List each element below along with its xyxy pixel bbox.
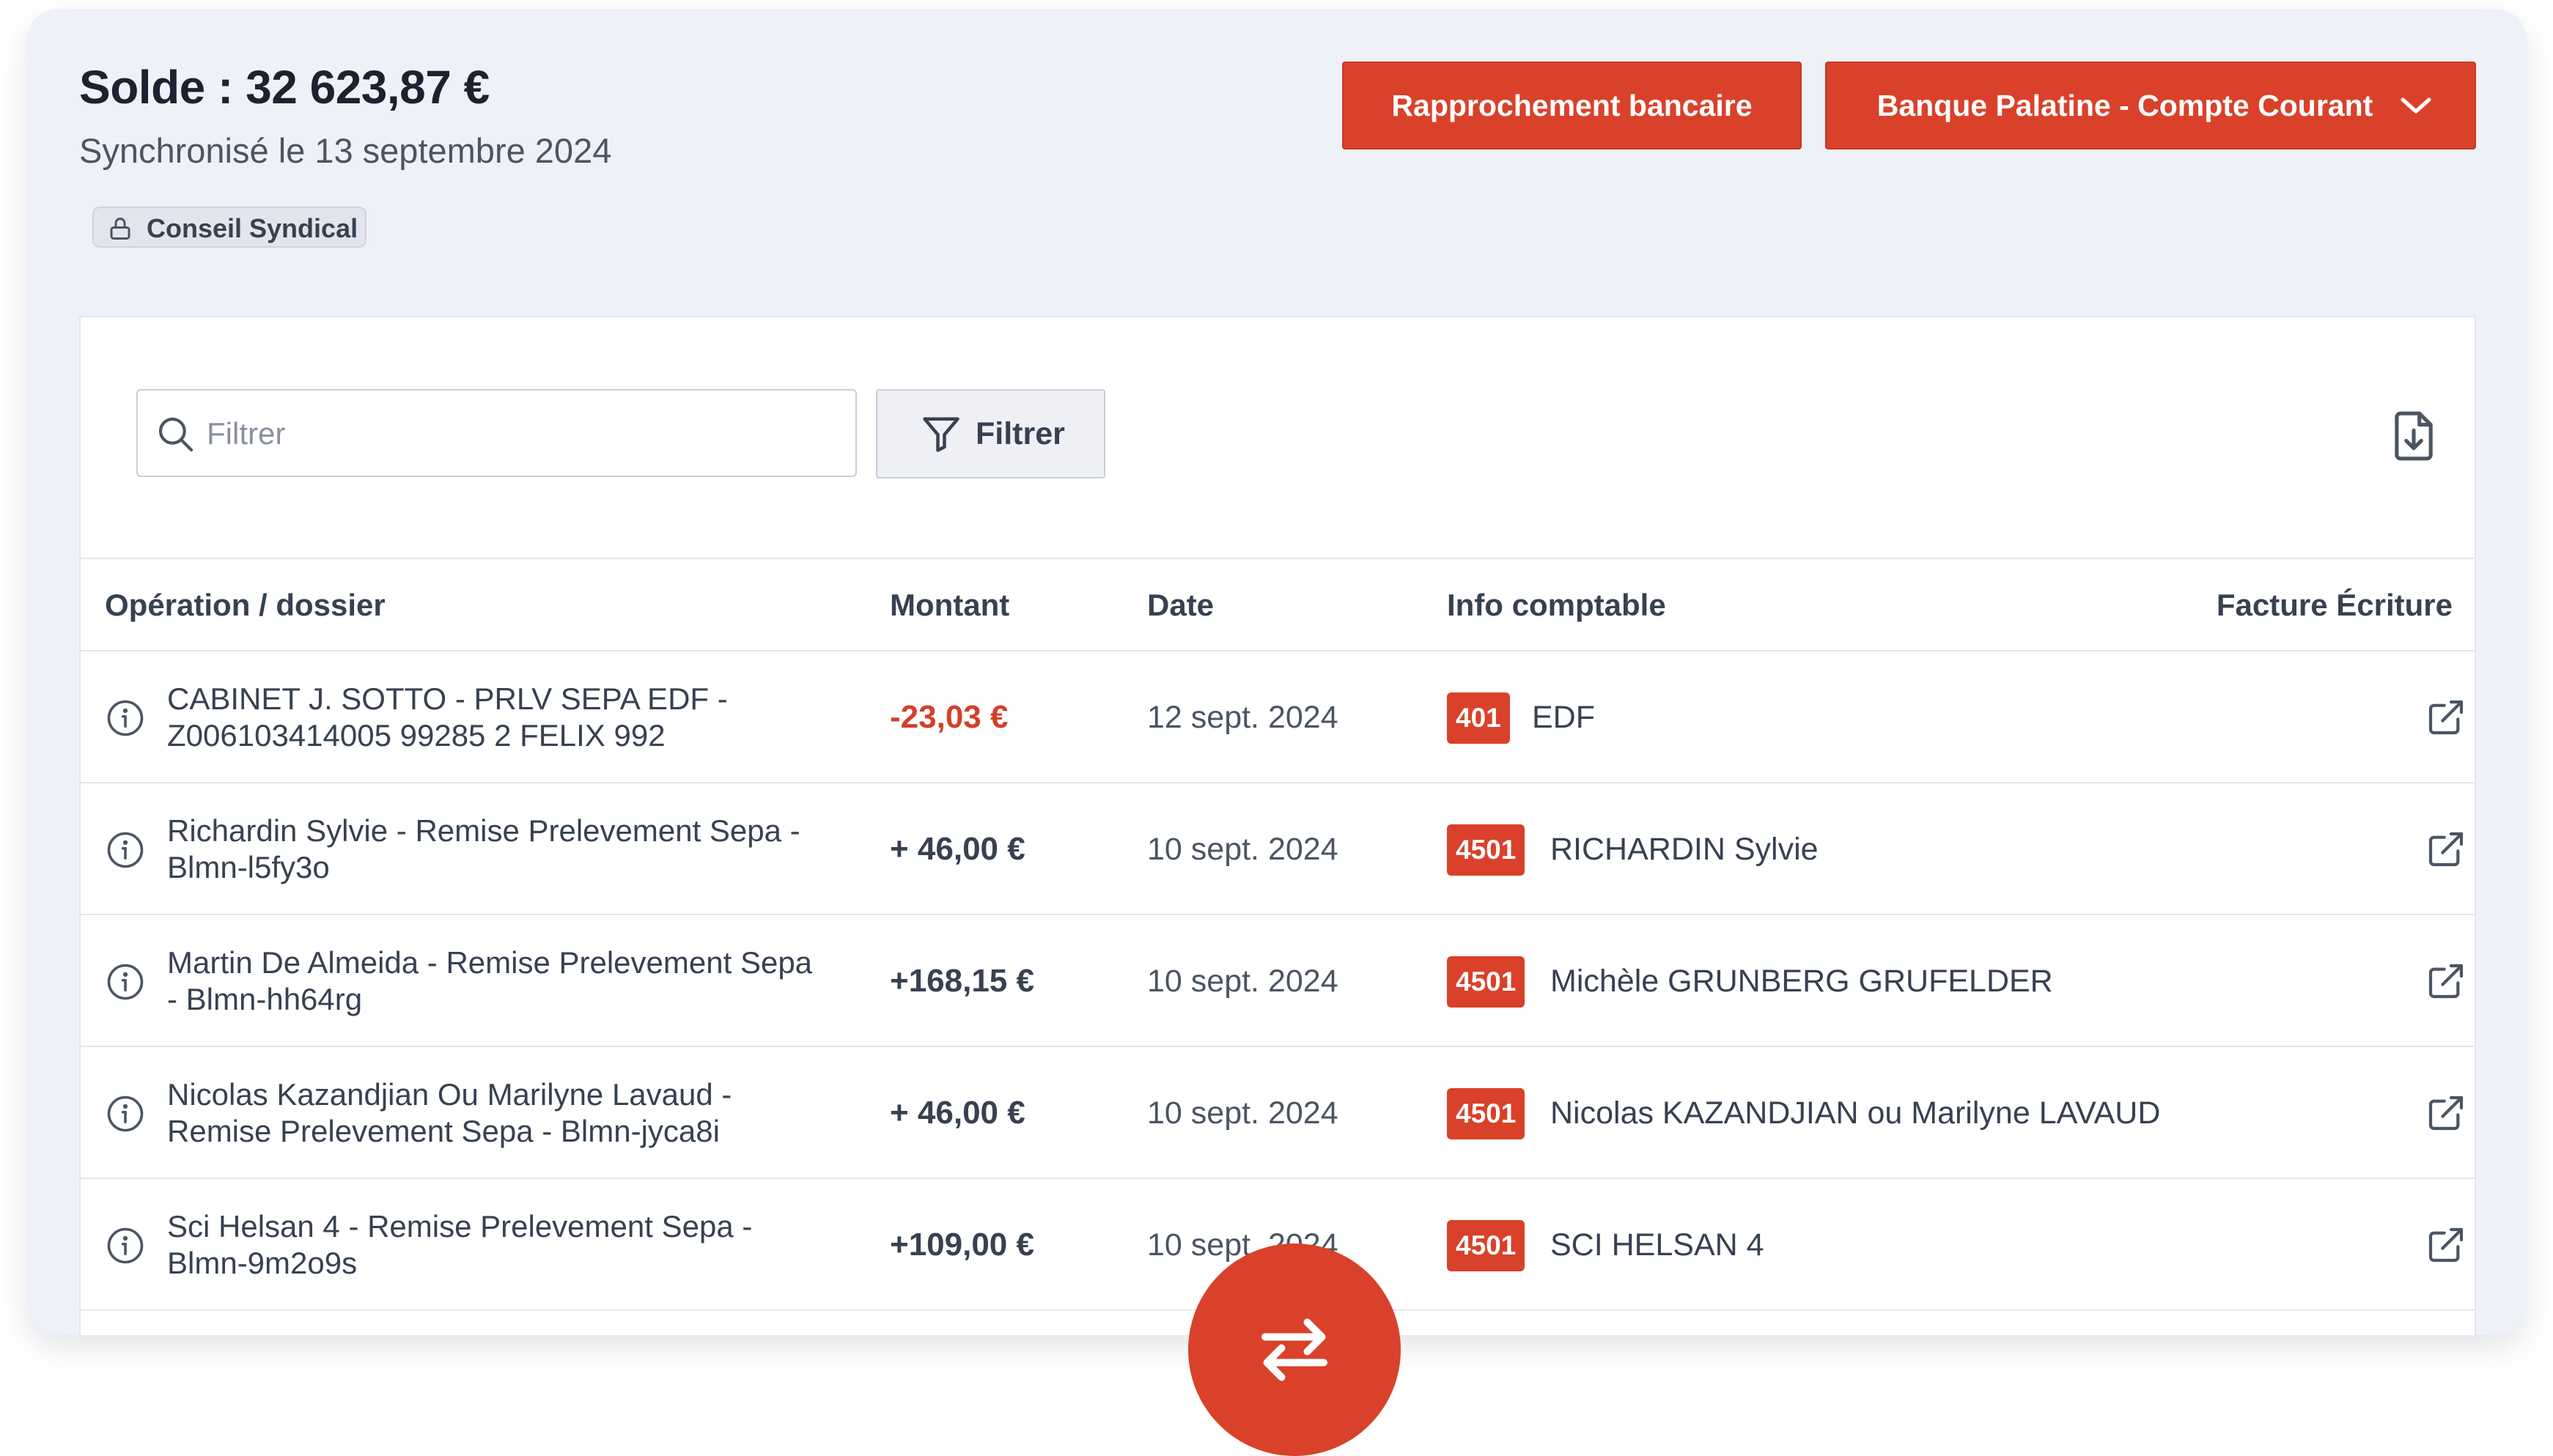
amount-value: -23,03 € [890, 699, 1009, 735]
search-icon [158, 417, 194, 452]
column-amount[interactable]: Montant [890, 559, 1009, 651]
table-row[interactable]: Richardin Sylvie - Remise Prelevement Se… [81, 783, 2475, 915]
operation-label: Martin De Almeida - Remise Prelevement S… [167, 945, 813, 1016]
info-icon[interactable] [106, 698, 145, 738]
external-link-icon[interactable] [2425, 697, 2467, 738]
sync-status: Synchronisé le 13 septembre 2024 [79, 131, 612, 170]
external-link-icon[interactable] [2425, 1093, 2467, 1134]
account-name: Michèle GRUNBERG GRUFELDER [1550, 964, 2053, 999]
external-link-icon[interactable] [2425, 961, 2467, 1002]
bank-reconciliation-label: Rapprochement bancaire [1391, 89, 1753, 122]
balance-title: Solde : 32 623,87 € [79, 61, 490, 114]
operation-label: CABINET J. SOTTO - PRLV SEPA EDF - Z0061… [167, 681, 728, 753]
account-code-badge: 4501 [1447, 824, 1525, 876]
table-header: Opération / dossier Montant Date Info co… [81, 558, 2475, 651]
account-code-badge: 4501 [1447, 1220, 1525, 1271]
table-row[interactable]: CABINET J. SOTTO - PRLV SEPA EDF - Z0061… [81, 651, 2475, 783]
file-download-icon[interactable] [2391, 410, 2436, 462]
external-link-icon[interactable] [2425, 829, 2467, 870]
account-code-badge: 4501 [1447, 956, 1525, 1008]
date-value: 10 sept. 2024 [1147, 964, 1338, 999]
transactions-panel: Filtrer Opération / dossier Montant Date… [79, 316, 2476, 1335]
table-row[interactable]: Martin De Almeida - Remise Prelevement S… [81, 915, 2475, 1047]
account-selector-button[interactable]: Banque Palatine - Compte Courant [1825, 62, 2476, 149]
account-name: SCI HELSAN 4 [1550, 1227, 1764, 1263]
chevron-down-icon [2401, 97, 2431, 114]
filter-button-label: Filtrer [976, 416, 1065, 451]
info-icon[interactable] [106, 1226, 145, 1265]
operation-label: Nicolas Kazandjian Ou Marilyne Lavaud - … [167, 1077, 732, 1148]
date-value: 12 sept. 2024 [1147, 700, 1338, 735]
swap-arrows-icon [1261, 1318, 1327, 1381]
role-badge: Conseil Syndical [92, 207, 367, 248]
amount-value: +109,00 € [890, 1227, 1034, 1263]
table-row[interactable]: Nicolas Kazandjian Ou Marilyne Lavaud - … [81, 1047, 2475, 1179]
external-link-icon[interactable] [2425, 1224, 2467, 1265]
date-value: 10 sept. 2024 [1147, 1095, 1338, 1131]
info-icon[interactable] [106, 830, 145, 870]
operation-label: Sci Helsan 4 - Remise Prelevement Sepa -… [167, 1209, 753, 1280]
amount-value: + 46,00 € [890, 1095, 1025, 1131]
account-name: EDF [1532, 700, 1595, 735]
info-icon[interactable] [106, 1094, 145, 1134]
search-input[interactable] [205, 391, 839, 477]
bank-reconciliation-button[interactable]: Rapprochement bancaire [1342, 62, 1802, 149]
account-selector-label: Banque Palatine - Compte Courant [1876, 89, 2373, 122]
account-code-badge: 4501 [1447, 1088, 1525, 1139]
account-name: Nicolas KAZANDJIAN ou Marilyne LAVAUD [1550, 1095, 2161, 1131]
column-invoice-entry[interactable]: Facture Écriture [2217, 559, 2453, 651]
bank-account-card: Solde : 32 623,87 € Synchronisé le 13 se… [26, 9, 2527, 1335]
search-field[interactable] [136, 389, 857, 477]
amount-value: + 46,00 € [890, 831, 1025, 867]
operation-label: Richardin Sylvie - Remise Prelevement Se… [167, 813, 800, 884]
date-value: 10 sept. 2024 [1147, 832, 1338, 867]
account-name: RICHARDIN Sylvie [1550, 832, 1819, 867]
column-date[interactable]: Date [1147, 559, 1214, 651]
info-icon[interactable] [106, 962, 145, 1002]
lock-icon [110, 218, 130, 240]
swap-fab-button[interactable] [1188, 1243, 1401, 1456]
filter-button[interactable]: Filtrer [876, 389, 1105, 478]
funnel-icon [923, 417, 959, 452]
amount-value: +168,15 € [890, 963, 1034, 999]
column-operation[interactable]: Opération / dossier [105, 559, 386, 651]
column-accounting-info[interactable]: Info comptable [1447, 559, 1666, 651]
role-badge-label: Conseil Syndical [147, 213, 358, 243]
account-code-badge: 401 [1447, 692, 1510, 744]
